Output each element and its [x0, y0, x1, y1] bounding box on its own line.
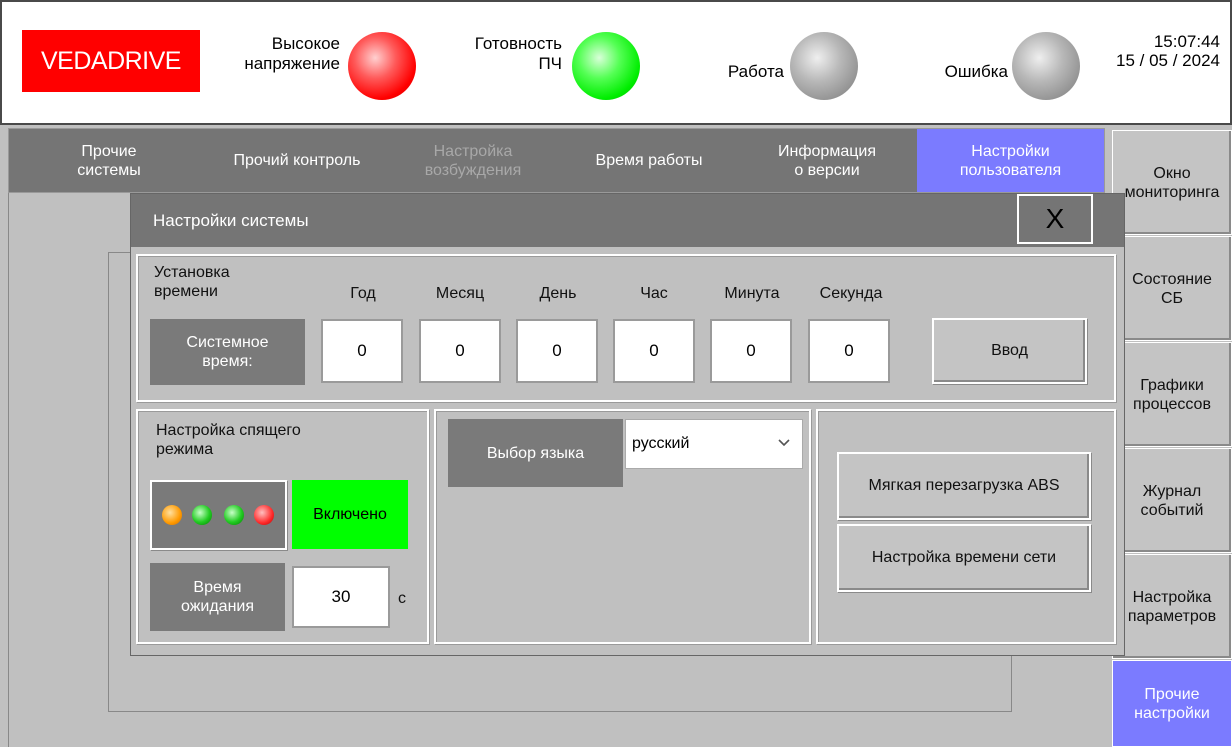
tab-label-line2: возбуждения: [424, 161, 522, 179]
tab-other-control[interactable]: Прочий контроль: [209, 129, 385, 192]
green-dot-icon: [192, 505, 212, 525]
title-line2: режима: [156, 441, 214, 458]
high-voltage-lamp: [348, 32, 416, 100]
nav-label-line1: Графики: [1140, 376, 1204, 394]
network-time-button[interactable]: Настройка времени сети: [837, 524, 1091, 592]
indicator-high-voltage-label: Высокое напряжение: [230, 34, 340, 74]
error-lamp: [1012, 32, 1080, 100]
indicator-error-label: Ошибка: [944, 62, 1008, 81]
tab-label-line1: Настройка: [433, 142, 513, 160]
title-line1: Установка: [154, 264, 230, 281]
wait-time-unit: с: [398, 590, 406, 607]
nav-label-line2: СБ: [1160, 289, 1184, 307]
day-input[interactable]: 0: [516, 319, 598, 383]
chevron-down-icon: [776, 431, 792, 455]
indicator-label-line2: напряжение: [244, 54, 340, 73]
clock-date: 15 / 05 / 2024: [1116, 51, 1220, 70]
label-line2: время:: [202, 353, 253, 370]
tab-label-line1: Прочие: [81, 142, 137, 160]
tab-label-line1: Информация: [778, 142, 876, 160]
red-dot-icon: [254, 505, 274, 525]
close-button[interactable]: X: [1017, 194, 1093, 244]
col-day-label: День: [539, 285, 577, 302]
header-bar: VEDADRIVE Высокое напряжение Готовность …: [0, 0, 1232, 125]
tab-label-line1: Время работы: [595, 152, 703, 169]
label-line1: Время: [193, 579, 242, 596]
orange-dot-icon: [162, 505, 182, 525]
nav-event-log[interactable]: Журнал событий: [1112, 448, 1232, 553]
sleep-enabled-badge[interactable]: Включено: [292, 480, 408, 549]
system-time-label: Системное время:: [150, 319, 305, 385]
nav-parameter-settings[interactable]: Настройка параметров: [1112, 554, 1232, 659]
tab-label-line2: пользователя: [959, 161, 1062, 179]
col-second-label: Секунда: [819, 285, 883, 302]
nav-label-line1: Журнал: [1142, 482, 1202, 500]
sleep-mode-title: Настройка спящего режима: [156, 421, 301, 459]
indicator-label-line1: Готовность: [474, 34, 562, 53]
nav-process-charts[interactable]: Графики процессов: [1112, 342, 1232, 447]
brand-logo: VEDADRIVE: [22, 30, 200, 92]
dialog-title: Настройки системы: [131, 194, 1124, 247]
soft-reboot-button[interactable]: Мягкая перезагрузка ABS: [837, 452, 1091, 520]
enter-button[interactable]: Ввод: [932, 318, 1087, 384]
wait-time-label: Время ожидания: [150, 563, 285, 631]
clock: 15:07:44 15 / 05 / 2024: [1116, 32, 1220, 70]
nav-label-line1: Состояние: [1132, 270, 1212, 288]
minute-input[interactable]: 0: [710, 319, 792, 383]
actions-panel: Мягкая перезагрузка ABS Настройка времен…: [816, 409, 1116, 644]
tab-user-settings[interactable]: Настройки пользователя: [917, 129, 1104, 192]
nav-label-line2: параметров: [1127, 607, 1217, 625]
tab-version-info[interactable]: Информация о версии: [737, 129, 917, 192]
hour-input[interactable]: 0: [613, 319, 695, 383]
nav-label-line2: настройки: [1134, 704, 1210, 722]
ready-lamp: [572, 32, 640, 100]
indicator-ready-label: Готовность ПЧ: [446, 34, 562, 74]
tab-excitation-settings: Настройка возбуждения: [385, 129, 561, 192]
language-selected-value: русский: [632, 435, 690, 452]
tab-other-systems[interactable]: Прочие системы: [9, 129, 209, 192]
month-input[interactable]: 0: [419, 319, 501, 383]
tab-bar: Прочие системы Прочий контроль Настройка в…: [8, 128, 1105, 193]
nav-label-line2: событий: [1140, 501, 1204, 519]
sleep-mode-panel: Настройка спящего режима Включено Время о…: [136, 409, 429, 644]
label-line1: Системное: [186, 334, 269, 351]
label-line2: ожидания: [180, 598, 255, 615]
nav-sb-status[interactable]: Состояние СБ: [1112, 236, 1232, 341]
second-input[interactable]: 0: [808, 319, 890, 383]
green-dot-icon: [224, 505, 244, 525]
nav-label-line2: процессов: [1133, 395, 1211, 413]
nav-label-line1: Окно: [1153, 164, 1191, 182]
indicator-label-line1: Высокое: [271, 34, 340, 53]
indicator-label-line2: ПЧ: [538, 54, 562, 73]
tab-label-line1: Настройки: [971, 142, 1050, 160]
time-setting-panel: Установка времени Год Месяц День Час Мин…: [136, 254, 1116, 402]
tab-label-line1: Прочий контроль: [233, 152, 361, 169]
language-label: Выбор языка: [448, 419, 623, 487]
nav-monitoring-window[interactable]: Окно мониторинга: [1112, 130, 1232, 235]
nav-label-line1: Настройка: [1132, 588, 1212, 606]
indicator-run-label: Работа: [727, 62, 784, 81]
col-year-label: Год: [350, 285, 376, 302]
clock-time: 15:07:44: [1153, 32, 1220, 51]
tab-operating-time[interactable]: Время работы: [561, 129, 737, 192]
system-settings-dialog: Настройки системы X Установка времени Го…: [130, 193, 1125, 656]
col-minute-label: Минута: [724, 285, 780, 302]
time-setting-title: Установка времени: [154, 263, 230, 301]
run-lamp: [790, 32, 858, 100]
language-panel: Выбор языка русский: [434, 409, 811, 644]
tab-label-line2: системы: [77, 161, 141, 179]
wait-time-input[interactable]: 30: [292, 566, 390, 628]
title-line1: Настройка спящего: [156, 422, 301, 439]
nav-other-settings[interactable]: Прочие настройки: [1112, 660, 1232, 747]
tab-label-line2: о версии: [794, 161, 860, 179]
language-select[interactable]: русский: [625, 419, 803, 469]
nav-label-line1: Прочие: [1144, 685, 1200, 703]
sleep-status-indicator: [150, 480, 287, 550]
title-line2: времени: [154, 283, 218, 300]
col-month-label: Месяц: [435, 285, 485, 302]
nav-label-line2: мониторинга: [1124, 183, 1220, 201]
year-input[interactable]: 0: [321, 319, 403, 383]
col-hour-label: Час: [640, 285, 668, 302]
